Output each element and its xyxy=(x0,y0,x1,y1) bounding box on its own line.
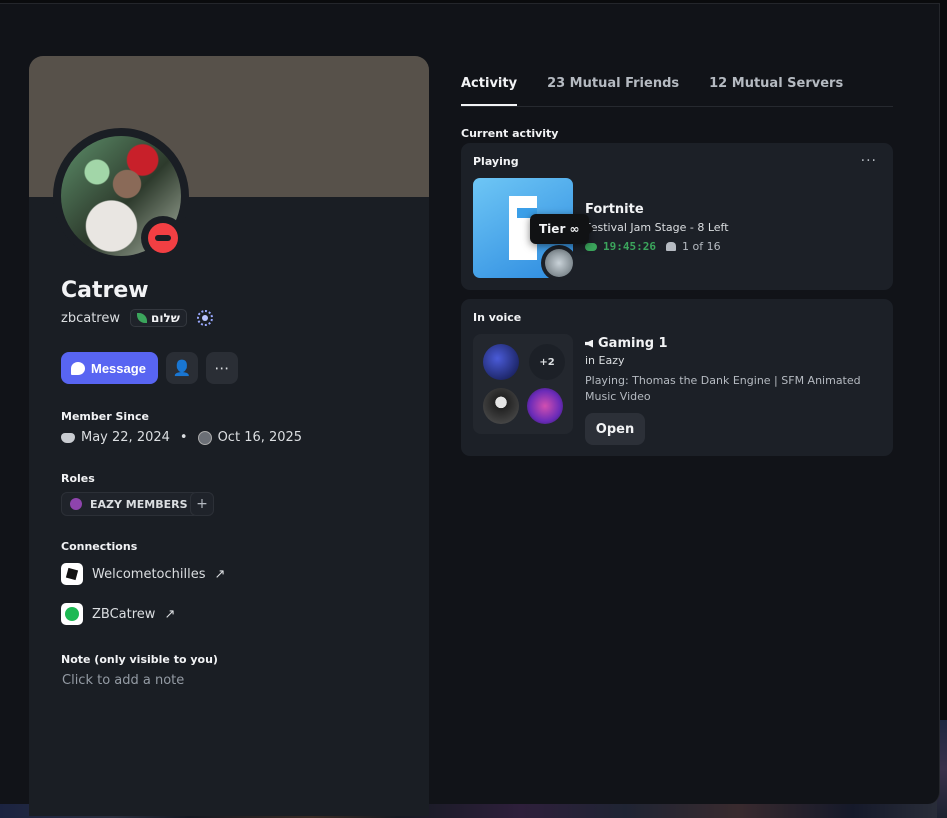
connection-spotify[interactable]: ZBCatrew ↗ xyxy=(61,603,175,625)
current-activity-label: Current activity xyxy=(461,127,559,140)
message-button-label: Message xyxy=(91,360,146,376)
server-join-date: Oct 16, 2025 xyxy=(217,430,303,445)
connection-name: Welcometochilles xyxy=(92,566,206,582)
voice-participants[interactable]: +2 xyxy=(473,334,573,434)
display-name: Catrew xyxy=(61,278,149,303)
note-label: Note (only visible to you) xyxy=(61,653,218,666)
activity-options-icon[interactable]: ··· xyxy=(861,153,877,169)
party-icon xyxy=(665,242,676,251)
profile-actions: Message 👤 ⋯ xyxy=(61,352,238,384)
rank-badge-icon[interactable] xyxy=(541,245,577,281)
spotify-icon xyxy=(61,603,83,625)
voice-channel-title: Gaming 1 xyxy=(585,336,668,351)
voice-channel-name: Gaming 1 xyxy=(598,336,668,351)
connection-roblox[interactable]: Welcometochilles ↗ xyxy=(61,563,225,585)
game-name: Fortnite xyxy=(585,202,644,217)
message-button[interactable]: Message xyxy=(61,352,158,384)
username: zbcatrew xyxy=(61,310,120,326)
status-indicator xyxy=(141,216,185,260)
separator-dot: • xyxy=(179,430,188,445)
tab-activity[interactable]: Activity xyxy=(461,76,518,106)
game-time-row: 19:45:26 1 of 16 xyxy=(585,240,721,253)
game-detail: Festival Jam Stage - 8 Left xyxy=(585,221,729,234)
open-voice-button[interactable]: Open xyxy=(585,413,645,445)
leaf-icon xyxy=(136,313,147,323)
in-voice-label: In voice xyxy=(473,311,522,324)
voice-server-name: in Eazy xyxy=(585,354,625,367)
server-tag-text: שלום xyxy=(150,311,180,325)
elapsed-timer: 19:45:26 xyxy=(603,240,656,253)
more-options-button[interactable]: ⋯ xyxy=(205,352,238,384)
member-since-row: May 22, 2024 • Oct 16, 2025 xyxy=(61,430,302,445)
chat-bubble-icon xyxy=(71,361,85,375)
external-link-icon: ↗ xyxy=(214,566,226,582)
connection-name: ZBCatrew xyxy=(92,606,156,622)
controller-icon xyxy=(585,242,597,251)
user-check-icon: 👤 xyxy=(172,359,192,377)
tab-mutual-friends[interactable]: 23 Mutual Friends xyxy=(547,76,679,106)
role-pill[interactable]: EAZY MEMBERS xyxy=(61,492,199,516)
friend-status-button[interactable]: 👤 xyxy=(165,352,198,384)
profile-card: Catrew zbcatrew שלום Message 👤 ⋯ Member … xyxy=(29,56,429,816)
rank-tooltip: Tier ∞ xyxy=(530,214,594,244)
discord-join-date: May 22, 2024 xyxy=(81,430,170,445)
server-icon xyxy=(197,430,212,445)
profile-tabs: Activity 23 Mutual Friends 12 Mutual Ser… xyxy=(461,76,893,107)
profile-modal: Catrew zbcatrew שלום Message 👤 ⋯ Member … xyxy=(0,3,940,816)
avatar-wrapper[interactable] xyxy=(53,128,189,264)
ellipsis-icon: ⋯ xyxy=(214,359,230,377)
add-role-button[interactable]: + xyxy=(190,492,214,516)
party-size: 1 of 16 xyxy=(681,240,721,253)
playing-label: Playing xyxy=(473,155,519,168)
voice-card: In voice +2 Gaming 1 in Eazy Playing: Th… xyxy=(461,299,893,456)
more-participants-count[interactable]: +2 xyxy=(529,344,565,380)
playing-card: Playing ··· Fortnite Festival Jam Stage … xyxy=(461,143,893,290)
server-tag-badge[interactable]: שלום xyxy=(129,309,187,327)
voice-activity-text: Playing: Thomas the Dank Engine | SFM An… xyxy=(585,374,861,403)
username-row: zbcatrew שלום xyxy=(61,309,213,327)
member-since-label: Member Since xyxy=(61,410,149,423)
roles-label: Roles xyxy=(61,472,95,485)
participant-avatar[interactable] xyxy=(527,388,563,424)
role-color-dot xyxy=(70,498,82,510)
external-link-icon: ↗ xyxy=(164,606,176,622)
tab-mutual-servers[interactable]: 12 Mutual Servers xyxy=(709,76,843,106)
participant-avatar[interactable] xyxy=(483,388,519,424)
role-name: EAZY MEMBERS xyxy=(90,497,188,511)
discord-icon xyxy=(61,432,75,443)
do-not-disturb-icon xyxy=(148,223,178,253)
roblox-icon xyxy=(61,563,83,585)
connections-label: Connections xyxy=(61,540,138,553)
nitro-badge-icon[interactable] xyxy=(196,310,213,326)
speaker-icon xyxy=(585,339,593,348)
participant-avatar[interactable] xyxy=(483,344,519,380)
note-input[interactable]: Click to add a note xyxy=(62,673,184,688)
